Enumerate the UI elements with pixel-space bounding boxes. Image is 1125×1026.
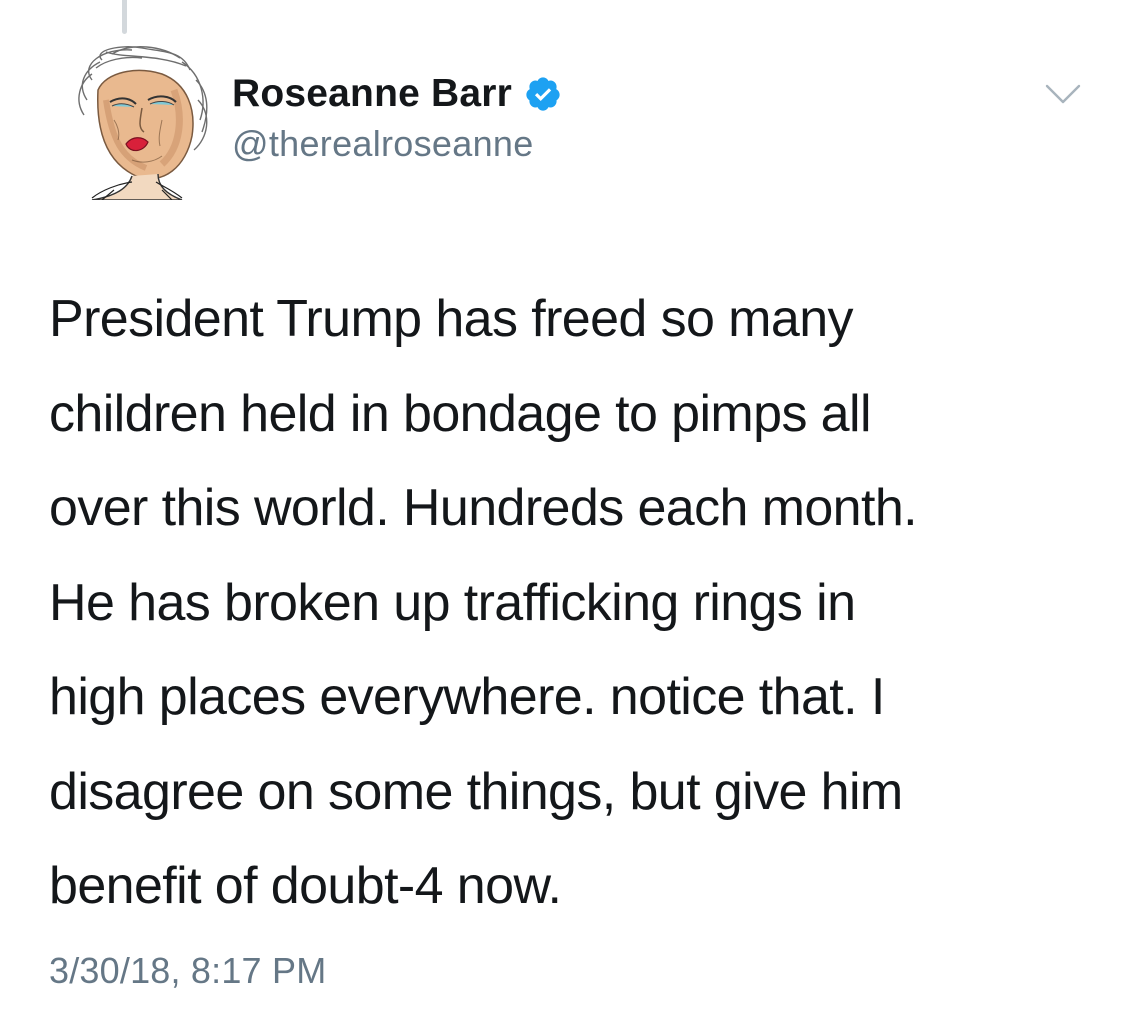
tweet-timestamp[interactable]: 3/30/18, 8:17 PM <box>49 950 326 992</box>
drawn-portrait-avatar-icon <box>78 46 208 201</box>
chevron-down-icon[interactable] <box>1043 78 1083 108</box>
verified-badge-icon <box>526 77 560 111</box>
thread-connector-line <box>122 0 127 34</box>
author-name-row[interactable]: Roseanne Barr <box>232 70 562 118</box>
tweet-text: President Trump has freed so many childr… <box>49 290 918 915</box>
display-name[interactable]: Roseanne Barr <box>232 72 512 116</box>
author-handle[interactable]: @therealroseanne <box>232 123 534 165</box>
avatar[interactable] <box>62 40 214 201</box>
